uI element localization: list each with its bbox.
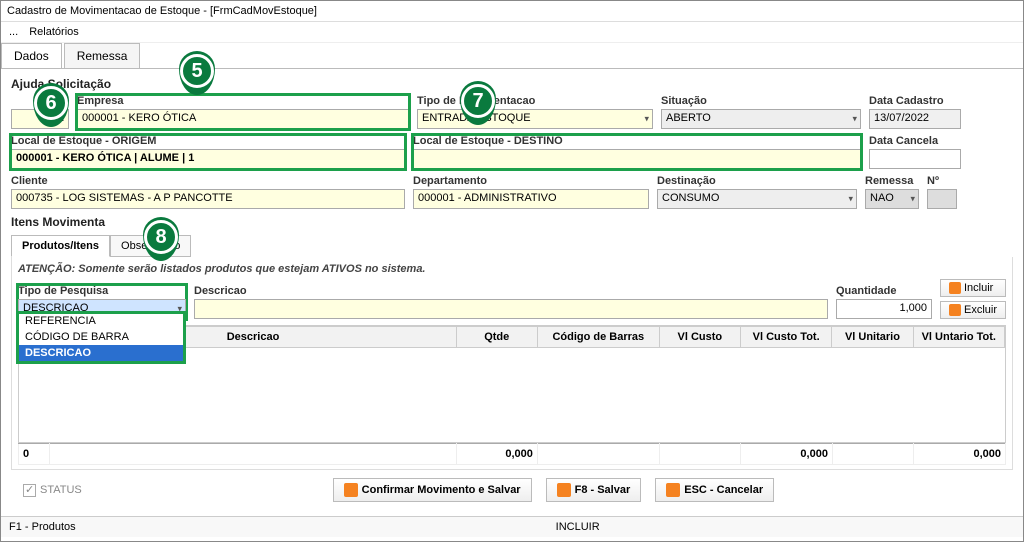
- chevron-down-icon: ▾: [848, 194, 853, 205]
- local-destino-input[interactable]: [413, 149, 861, 169]
- check-icon: [344, 483, 358, 497]
- subtab-produtos[interactable]: Produtos/Itens: [11, 235, 110, 257]
- tab-dados[interactable]: Dados: [1, 43, 62, 68]
- th-vl-unitario-tot[interactable]: Vl Untario Tot.: [913, 327, 1004, 348]
- descricao-label: Descricao: [194, 285, 828, 297]
- save-icon: [557, 483, 571, 497]
- remessa-no-label: Nº: [927, 175, 957, 187]
- chevron-down-icon: ▾: [852, 114, 857, 125]
- destinacao-label: Destinação: [657, 175, 857, 187]
- situacao-label: Situação: [661, 95, 861, 107]
- remessa-label: Remessa: [865, 175, 919, 187]
- excluir-button[interactable]: Excluir: [940, 301, 1006, 319]
- data-cancela-label: Data Cancela: [869, 135, 961, 147]
- x-icon: [949, 304, 961, 316]
- destinacao-select[interactable]: CONSUMO: [657, 189, 857, 209]
- main-tabs: Dados Remessa: [1, 43, 1023, 69]
- quantidade-input[interactable]: 1,000: [836, 299, 932, 319]
- statusbar: F1 - Produtos INCLUIR: [1, 516, 1023, 537]
- cancelar-button[interactable]: ESC - Cancelar: [655, 478, 774, 502]
- local-origem-label: Local de Estoque - ORIGEM: [11, 135, 405, 147]
- statusbar-right: INCLUIR: [556, 521, 600, 533]
- empresa-input[interactable]: 000001 - KERO ÓTICA: [77, 109, 409, 129]
- remessa-no-input: [927, 189, 957, 209]
- departamento-input[interactable]: 000001 - ADMINISTRATIVO: [413, 189, 649, 209]
- tipo-pesquisa-label: Tipo de Pesquisa: [18, 285, 186, 297]
- dropdown-option-codigo-barra[interactable]: CÓDIGO DE BARRA: [19, 329, 183, 345]
- tipo-mov-select[interactable]: ENTRADA ESTOQUE: [417, 109, 653, 129]
- situacao-select[interactable]: ABERTO: [661, 109, 861, 129]
- check-icon: [949, 282, 961, 294]
- menu-item-relatorios[interactable]: Relatórios: [29, 26, 79, 38]
- tipo-pesquisa-dropdown[interactable]: REFERENCIA CÓDIGO DE BARRA DESCRICAO: [18, 313, 184, 362]
- window-title: Cadastro de Movimentacao de Estoque - [F…: [1, 1, 1023, 22]
- local-destino-label: Local de Estoque - DESTINO: [413, 135, 861, 147]
- departamento-label: Departamento: [413, 175, 649, 187]
- th-vl-unitario[interactable]: Vl Unitario: [832, 327, 913, 348]
- status-checkbox[interactable]: STATUS: [11, 478, 94, 503]
- data-cadastro-input: 13/07/2022: [869, 109, 961, 129]
- empresa-label: Empresa: [77, 95, 409, 107]
- warning-text: ATENÇÃO: Somente serão listados produtos…: [18, 261, 1006, 279]
- incluir-button[interactable]: Incluir: [940, 279, 1006, 297]
- th-vl-custo-tot[interactable]: Vl Custo Tot.: [740, 327, 831, 348]
- salvar-button[interactable]: F8 - Salvar: [546, 478, 642, 502]
- checkbox-icon: [23, 484, 36, 497]
- cliente-input[interactable]: 000735 - LOG SISTEMAS - A P PANCOTTE: [11, 189, 405, 209]
- cancel-icon: [666, 483, 680, 497]
- dropdown-option-descricao[interactable]: DESCRICAO: [19, 345, 183, 361]
- th-qtde[interactable]: Qtde: [456, 327, 537, 348]
- th-vl-custo[interactable]: Vl Custo: [659, 327, 740, 348]
- menubar: ... Relatórios: [1, 22, 1023, 43]
- chevron-down-icon: ▾: [910, 194, 915, 205]
- section-solicitacao: Ajuda Solicitação: [11, 77, 1013, 91]
- data-cancela-input[interactable]: [869, 149, 961, 169]
- chevron-down-icon: ▾: [644, 114, 649, 125]
- tab-remessa[interactable]: Remessa: [64, 43, 141, 68]
- totals-row: 0 0,000 0,000 0,000: [19, 444, 1006, 465]
- data-cadastro-label: Data Cadastro: [869, 95, 961, 107]
- statusbar-left: F1 - Produtos: [9, 521, 76, 533]
- th-codigo-barras[interactable]: Código de Barras: [537, 327, 659, 348]
- local-origem-input[interactable]: 000001 - KERO ÓTICA | ALUME | 1: [11, 149, 405, 169]
- confirmar-button[interactable]: Confirmar Movimento e Salvar: [333, 478, 532, 502]
- descricao-input[interactable]: [194, 299, 828, 319]
- dropdown-option-referencia[interactable]: REFERENCIA: [19, 313, 183, 329]
- menu-item-dots[interactable]: ...: [9, 26, 18, 38]
- cliente-label: Cliente: [11, 175, 405, 187]
- quantidade-label: Quantidade: [836, 285, 932, 297]
- tipo-mov-label: Tipo de Movimentacao: [417, 95, 653, 107]
